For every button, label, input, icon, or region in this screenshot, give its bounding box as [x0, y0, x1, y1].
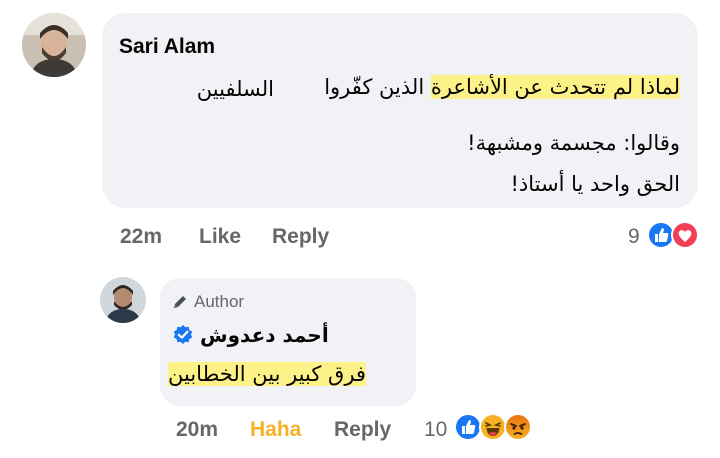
comment-reply-button[interactable]: Reply [272, 225, 329, 249]
comment-timestamp[interactable]: 22m [120, 225, 162, 249]
reply-reaction-count[interactable]: 10 [424, 418, 447, 442]
reply-avatar[interactable] [100, 277, 146, 323]
author-badge: Author [172, 292, 244, 312]
author-badge-label: Author [194, 292, 245, 311]
angry-icon[interactable] [504, 413, 532, 441]
reply-author-name[interactable]: أحمد دعدوش [200, 323, 329, 347]
reply-reply-button[interactable]: Reply [334, 418, 391, 442]
comment-avatar[interactable] [22, 13, 86, 77]
comment-author-name[interactable]: Sari Alam [119, 35, 215, 59]
reply-text: فرق كبير بين الخطابين [168, 362, 366, 386]
verified-badge-icon [172, 324, 194, 346]
love-icon[interactable] [671, 221, 699, 249]
reply-bubble: Author أحمد دعدوش فرق كبير بين الخطابين [160, 278, 416, 406]
haha-icon[interactable] [479, 413, 507, 441]
comment-highlight: لماذا لم تتحدث عن الأشاعرة [430, 75, 680, 99]
comment-reaction-count[interactable]: 9 [628, 225, 640, 249]
comment-bubble: Sari Alam لماذا لم تتحدث عن الأشاعرة الذ… [102, 13, 698, 208]
reply-timestamp[interactable]: 20m [176, 418, 218, 442]
reply-highlight: فرق كبير بين الخطابين [168, 362, 366, 386]
reply-author-row: أحمد دعدوش [172, 322, 329, 348]
comment-text-line-3: وقالوا: مجسمة ومشبهة! [467, 131, 680, 155]
comment-text-line-2: السلفيين [196, 77, 274, 101]
comment-like-button[interactable]: Like [199, 225, 241, 249]
pencil-icon [172, 294, 188, 310]
comment-text-line-4: الحق واحد يا أستاذ! [510, 172, 681, 196]
reply-haha-button[interactable]: Haha [250, 418, 301, 442]
comment-text-line-1: لماذا لم تتحدث عن الأشاعرة الذين كفّروا [324, 75, 680, 99]
like-icon[interactable] [454, 413, 482, 441]
